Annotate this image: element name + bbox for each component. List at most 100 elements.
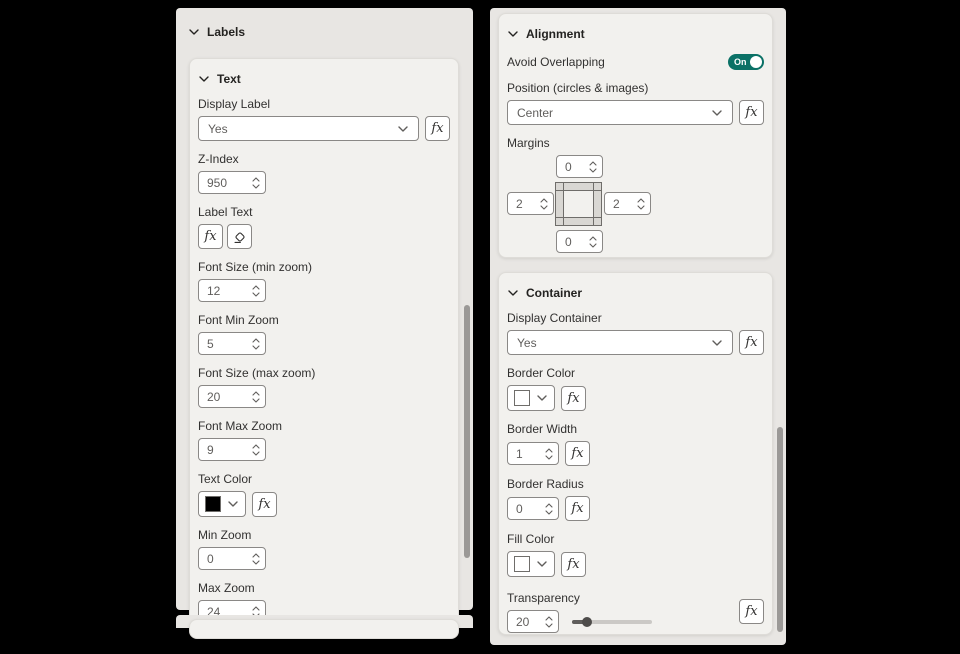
chevron-up-icon [637,197,645,203]
chevron-down-icon [545,509,553,515]
chevron-down-icon [712,339,722,346]
alignment-card: Alignment Avoid Overlapping On Position … [498,13,773,258]
chevron-up-icon [540,197,548,203]
field-label: Z-Index [198,152,239,166]
display-container-fx-button[interactable]: fx [739,330,764,355]
card-header-alignment[interactable]: Alignment [507,27,764,41]
margin-bottom-spinner[interactable]: 0 [556,230,603,253]
transparency-slider-thumb[interactable] [582,616,592,627]
spinner-arrows[interactable] [589,160,597,173]
field-label: Border Width [507,422,578,436]
border-color-fx-button[interactable]: fx [561,385,586,411]
spinner-arrows[interactable] [252,284,260,297]
chevron-down-icon [540,204,548,210]
border-color-dropdown[interactable] [507,385,555,411]
field-label: Display Container [507,311,602,325]
display-label-dropdown[interactable]: Yes [198,116,419,141]
display-container-dropdown[interactable]: Yes [507,330,733,355]
dropdown-value: Center [517,105,554,120]
border-width-spinner[interactable]: 1 [507,442,559,465]
chevron-up-icon [545,615,553,621]
spinner-value: 12 [207,283,221,298]
position-fx-button[interactable]: fx [739,100,764,125]
min-zoom-spinner[interactable]: 0 [198,547,266,570]
chevron-up-icon [252,605,260,611]
position-dropdown[interactable]: Center [507,100,733,125]
labels-panel-scrollbar[interactable] [464,305,470,558]
spinner-arrows[interactable] [252,552,260,565]
border-width-fx-button[interactable]: fx [565,441,590,466]
spinner-arrows[interactable] [252,390,260,403]
field-label: Font Max Zoom [198,419,283,433]
spinner-arrows[interactable] [252,337,260,350]
font-min-zoom-spinner[interactable]: 5 [198,332,266,355]
field-label: Min Zoom [198,528,252,542]
margins-box-diagram [555,182,602,226]
margin-right-spinner[interactable]: 2 [604,192,651,215]
spinner-arrows[interactable] [545,447,553,460]
border-radius-spinner[interactable]: 0 [507,497,559,520]
margin-left-spinner[interactable]: 2 [507,192,554,215]
spinner-arrows[interactable] [637,197,645,210]
fx-icon: fx [745,335,758,350]
spinner-value: 0 [565,159,572,174]
chevron-down-icon [537,561,547,567]
chevron-down-icon [545,622,553,628]
card-header-text[interactable]: Text [198,72,450,86]
fx-icon: fx [567,556,580,572]
border-radius-fx-button[interactable]: fx [565,496,590,521]
fx-icon: fx [258,496,271,512]
margins-widget: 0 2 2 0 [507,155,764,253]
display-label-fx-button[interactable]: fx [425,116,450,141]
transparency-fx-button[interactable]: fx [739,599,764,624]
text-color-fx-button[interactable]: fx [252,491,277,517]
label-text-clear-button[interactable] [227,224,252,249]
section-header-labels[interactable]: Labels [176,8,473,39]
card-header-container[interactable]: Container [507,286,764,300]
chevron-up-icon [545,447,553,453]
field-transparency: Transparency 20 fx [507,591,764,633]
text-color-dropdown[interactable] [198,491,246,517]
settings-panel-scrollbar[interactable] [777,427,783,632]
chevron-up-icon [252,284,260,290]
fill-color-dropdown[interactable] [507,551,555,577]
transparency-slider[interactable] [572,616,652,627]
settings-panel: Alignment Avoid Overlapping On Position … [490,8,786,645]
avoid-overlapping-toggle[interactable]: On [728,54,764,70]
margin-top-spinner[interactable]: 0 [556,155,603,178]
text-color-swatch [205,496,221,512]
spinner-arrows[interactable] [252,176,260,189]
field-text-color: Text Color fx [198,472,450,517]
field-label: Fill Color [507,532,555,546]
spinner-arrows[interactable] [545,502,553,515]
spinner-arrows[interactable] [589,235,597,248]
toggle-state-label: On [734,57,747,67]
margins-box-center [563,190,594,218]
eraser-icon [233,231,245,243]
chevron-down-icon [252,291,260,297]
spinner-arrows[interactable] [252,443,260,456]
font-max-zoom-spinner[interactable]: 9 [198,438,266,461]
text-card: Text Display Label Yes fx Z-Index 950 La… [189,58,459,639]
spinner-value: 5 [207,336,214,351]
chevron-down-icon [199,76,209,82]
container-card: Container Display Container Yes fx Borde… [498,272,773,635]
z-index-spinner[interactable]: 950 [198,171,266,194]
spinner-arrows[interactable] [540,197,548,210]
fx-icon: fx [571,446,584,461]
chevron-up-icon [589,160,597,166]
spinner-value: 20 [516,614,530,629]
chevron-down-icon [508,290,518,296]
chevron-down-icon [508,31,518,37]
font-size-min-zoom-spinner[interactable]: 12 [198,279,266,302]
chevron-down-icon [712,109,722,116]
margins-box-line [593,183,594,225]
card-title: Container [526,286,583,300]
field-z-index: Z-Index 950 [198,152,450,194]
spinner-arrows[interactable] [545,615,553,628]
card-title: Alignment [526,27,585,41]
font-size-max-zoom-spinner[interactable]: 20 [198,385,266,408]
label-text-fx-button[interactable]: fx [198,224,223,249]
fill-color-fx-button[interactable]: fx [561,551,586,577]
transparency-spinner[interactable]: 20 [507,610,559,633]
